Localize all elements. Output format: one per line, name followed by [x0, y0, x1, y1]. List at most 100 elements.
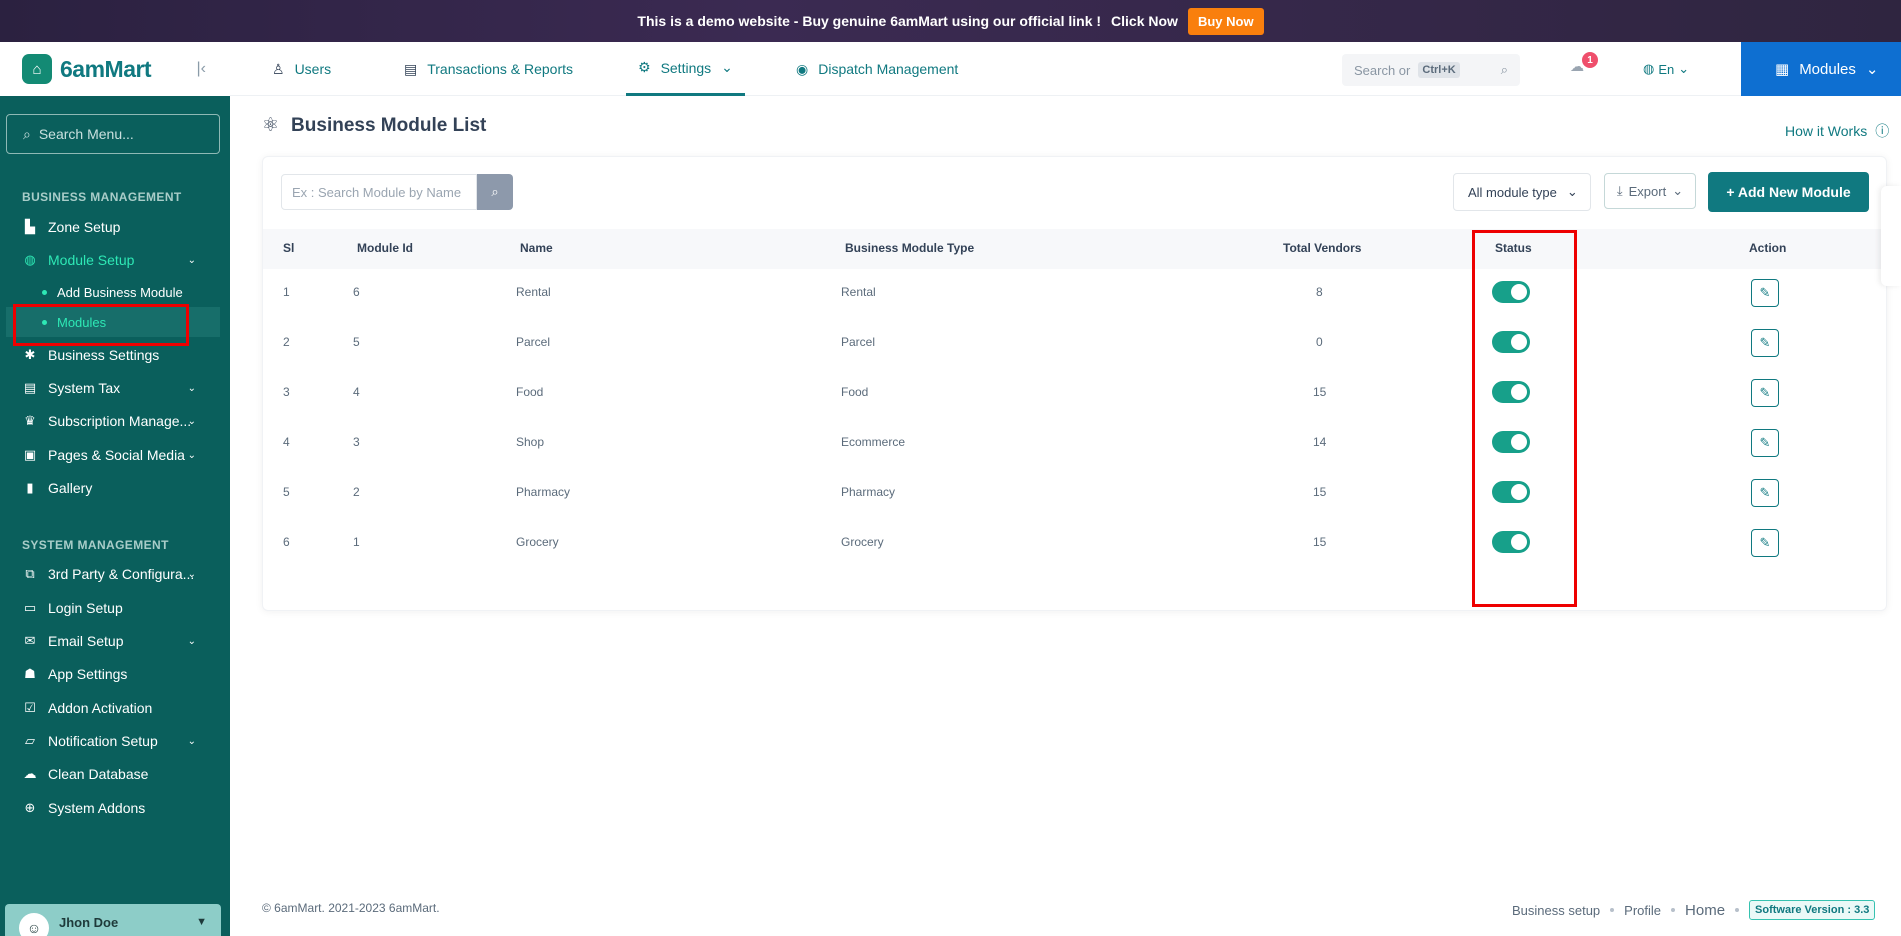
footer-link-home[interactable]: Home	[1685, 902, 1725, 919]
globe-icon: ◍	[24, 252, 36, 267]
edit-button[interactable]: ✎	[1751, 379, 1779, 407]
header-total-vendors: Total Vendors	[1283, 241, 1362, 255]
buy-now-button[interactable]: Buy Now	[1187, 7, 1264, 35]
edit-button[interactable]: ✎	[1751, 279, 1779, 307]
separator-dot	[1735, 908, 1740, 912]
cell-module-id: 2	[353, 485, 360, 499]
footer-link-business-setup[interactable]: Business setup	[1512, 903, 1600, 918]
module-search-input[interactable]: Ex : Search Module by Name	[281, 174, 477, 210]
section-system-management: SYSTEM MANAGEMENT	[22, 538, 169, 552]
sidebar-item-notification-setup[interactable]: ▱ Notification Setup ⌄	[0, 726, 222, 756]
sidebar-item-label: Business Settings	[48, 347, 160, 363]
cell-module-id: 4	[353, 385, 360, 399]
sidebar-search-placeholder: Search Menu...	[38, 126, 134, 142]
search-text: Search or	[1354, 62, 1411, 78]
header-action: Action	[1749, 241, 1787, 255]
table-row: 3 4 Food Food 15 ✎	[263, 369, 1888, 419]
modules-label: Modules	[1799, 60, 1856, 78]
sidebar-item-label: 3rd Party & Configura...	[48, 566, 195, 582]
pages-icon: ▣	[23, 447, 37, 462]
user-menu[interactable]: ☺ Jhon Doe ▼	[5, 904, 221, 936]
edit-button[interactable]: ✎	[1751, 479, 1779, 507]
export-button[interactable]: ⤓ Export ⌄	[1604, 173, 1696, 209]
info-icon: ⓘ	[1875, 123, 1890, 139]
module-list-card: Ex : Search Module by Name ⌕ All module …	[262, 156, 1888, 611]
sidebar-item-system-tax[interactable]: ▤ System Tax ⌄	[0, 373, 222, 403]
table-row: 1 6 Rental Rental 8 ✎	[263, 269, 1888, 319]
email-icon: ✉	[24, 633, 36, 648]
sidebar-item-label: Email Setup	[48, 633, 124, 649]
table-row: 2 5 Parcel Parcel 0 ✎	[263, 319, 1888, 369]
grid-icon: ▦	[1775, 61, 1790, 78]
sidebar: ⌂ 6amMart |‹ ⌕ Search Menu... BUSINESS M…	[0, 42, 230, 936]
edit-button[interactable]: ✎	[1751, 429, 1779, 457]
sidebar-item-zone-setup[interactable]: ▙ Zone Setup	[0, 212, 222, 242]
chevron-down-icon: ⌄	[721, 59, 733, 75]
gear-icon: ✱	[24, 347, 36, 362]
cell-sl: 1	[283, 285, 290, 299]
plus-circle-icon: ⊕	[24, 800, 36, 815]
global-search-input[interactable]: Search or Ctrl+K ⌕	[1342, 54, 1520, 86]
side-panel-tab[interactable]	[1881, 186, 1901, 286]
highlight-modules	[13, 304, 189, 346]
cell-name: Shop	[516, 435, 545, 449]
sidebar-item-third-party[interactable]: ⧉ 3rd Party & Configura... ⌄	[0, 559, 222, 589]
sidebar-item-label: System Tax	[48, 380, 121, 396]
cell-type: Parcel	[841, 335, 876, 349]
collapse-sidebar-icon[interactable]: |‹	[197, 60, 206, 78]
cloud-icon: ☁	[23, 766, 37, 781]
footer-link-profile[interactable]: Profile	[1624, 903, 1661, 918]
shortcut-badge: Ctrl+K	[1418, 62, 1460, 78]
sidebar-item-label: App Settings	[48, 666, 128, 682]
sidebar-item-label: Pages & Social Media	[48, 447, 185, 463]
module-type-value: All module type	[1468, 184, 1557, 200]
tab-dispatch-management[interactable]: ◉ Dispatch Management	[796, 42, 958, 96]
edit-button[interactable]: ✎	[1751, 329, 1779, 357]
sidebar-item-pages-social-media[interactable]: ▣ Pages & Social Media ⌄	[0, 440, 222, 470]
language-selector[interactable]: ◍ En ⌄	[1643, 42, 1689, 96]
modules-button[interactable]: ▦ Modules ⌄	[1741, 42, 1901, 96]
sidebar-item-clean-database[interactable]: ☁ Clean Database	[0, 759, 222, 789]
tab-transactions-reports[interactable]: ▤ Transactions & Reports	[404, 42, 573, 96]
export-label: Export	[1628, 183, 1667, 199]
sidebar-item-label: Subscription Manage...	[48, 413, 192, 429]
header-name: Name	[520, 241, 553, 255]
cell-module-id: 6	[353, 285, 360, 299]
cell-name: Grocery	[516, 535, 559, 549]
tab-users[interactable]: ♙ Users	[272, 42, 331, 96]
footer-copyright: © 6amMart. 2021-2023 6amMart.	[262, 901, 440, 915]
cell-type: Grocery	[841, 535, 884, 549]
sidebar-item-subscription-management[interactable]: ♛ Subscription Manage... ⌄	[0, 406, 222, 436]
add-new-module-button[interactable]: + Add New Module	[1708, 172, 1869, 212]
sidebar-item-gallery[interactable]: ▮ Gallery	[0, 473, 222, 503]
separator-dot	[1671, 908, 1676, 912]
tab-settings[interactable]: ⚙ Settings ⌄	[626, 42, 745, 96]
cell-type: Ecommerce	[841, 435, 906, 449]
sidebar-item-addon-activation[interactable]: ☑ Addon Activation	[0, 693, 222, 723]
chevron-down-icon: ⌄	[1672, 183, 1684, 198]
how-it-works-link[interactable]: How it Works ⓘ	[1785, 121, 1889, 141]
sidebar-item-app-settings[interactable]: ☗ App Settings	[0, 659, 222, 689]
page-title: ⚛ Business Module List	[262, 114, 486, 137]
cell-type: Rental	[841, 285, 876, 299]
notification-button[interactable]: ☁ 1	[1570, 52, 1598, 82]
sidebar-item-label: Gallery	[48, 480, 93, 496]
search-button[interactable]: ⌕	[477, 174, 513, 210]
module-search-placeholder: Ex : Search Module by Name	[292, 184, 462, 200]
click-now-link[interactable]: Click Now	[1111, 13, 1178, 29]
edit-button[interactable]: ✎	[1751, 529, 1779, 557]
sidebar-subitem-add-business-module[interactable]: Add Business Module	[0, 277, 222, 307]
sidebar-search-input[interactable]: ⌕ Search Menu...	[6, 114, 220, 154]
chevron-down-icon: ⌄	[187, 415, 196, 427]
sidebar-item-system-addons[interactable]: ⊕ System Addons	[0, 793, 222, 823]
notification-icon: ▱	[25, 733, 35, 748]
cell-vendors: 15	[1313, 385, 1327, 399]
header-module-id: Module Id	[357, 241, 413, 255]
cell-module-id: 3	[353, 435, 360, 449]
module-type-select[interactable]: All module type ⌄	[1453, 173, 1591, 211]
chevron-down-icon: ⌄	[187, 735, 196, 747]
sidebar-item-module-setup[interactable]: ◍ Module Setup ⌄	[0, 245, 222, 275]
sidebar-item-login-setup[interactable]: ▭ Login Setup	[0, 593, 222, 623]
cell-module-id: 5	[353, 335, 360, 349]
sidebar-item-email-setup[interactable]: ✉ Email Setup ⌄	[0, 626, 222, 656]
